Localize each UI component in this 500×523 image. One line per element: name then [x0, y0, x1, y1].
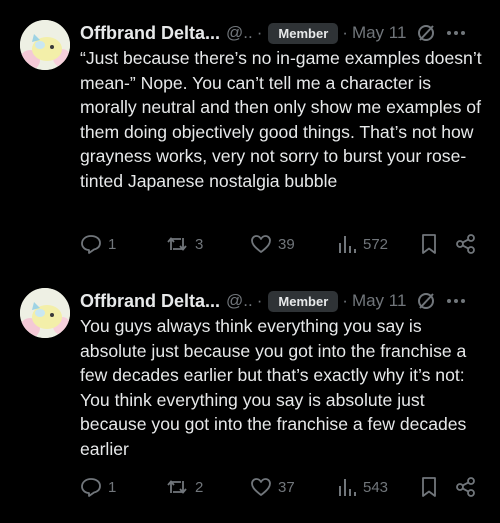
- author-handle[interactable]: @..: [226, 291, 253, 311]
- grok-icon[interactable]: [416, 291, 436, 311]
- post-date[interactable]: May 11: [352, 291, 407, 311]
- views-button[interactable]: 572: [337, 233, 388, 255]
- reply-button[interactable]: 1: [80, 233, 116, 255]
- post-date[interactable]: May 11: [352, 23, 407, 43]
- like-button[interactable]: 37: [250, 476, 295, 498]
- member-badge[interactable]: Member: [268, 22, 339, 44]
- like-icon: [251, 235, 271, 253]
- repost-count: 3: [195, 235, 204, 253]
- share-button[interactable]: [455, 233, 477, 255]
- like-button[interactable]: 39: [250, 233, 295, 255]
- avatar[interactable]: [20, 20, 70, 70]
- like-count: 37: [278, 478, 295, 496]
- author-handle[interactable]: @..: [226, 23, 253, 43]
- reply-button[interactable]: 1: [80, 476, 116, 498]
- author-name[interactable]: Offbrand Delta...: [80, 291, 220, 312]
- action-bar: 1 2 37 543: [80, 476, 500, 504]
- avatar-image: [20, 288, 70, 338]
- separator-dot: ·: [342, 23, 348, 42]
- bookmark-icon: [422, 477, 436, 497]
- share-icon: [456, 234, 475, 254]
- post-text: “Just because there’s no in-game example…: [80, 48, 482, 191]
- repost-icon: [167, 480, 187, 494]
- views-button[interactable]: 543: [337, 476, 388, 498]
- more-icon[interactable]: [446, 298, 466, 304]
- separator-dot: ·: [342, 291, 348, 310]
- views-count: 572: [363, 235, 389, 253]
- author-name[interactable]: Offbrand Delta...: [80, 23, 220, 44]
- reply-icon: [81, 478, 101, 497]
- reply-icon: [81, 235, 101, 254]
- like-icon: [251, 478, 271, 496]
- reply-count: 1: [108, 235, 117, 253]
- grok-icon[interactable]: [416, 23, 436, 43]
- views-count: 543: [363, 478, 389, 496]
- share-button[interactable]: [455, 476, 477, 498]
- post-header: Offbrand Delta... @.. · Member · May 11: [80, 18, 500, 48]
- repost-count: 2: [195, 478, 204, 496]
- post[interactable]: Offbrand Delta... @.. · Member · May 11 …: [0, 286, 500, 511]
- separator-dot: ·: [256, 291, 263, 310]
- bookmark-icon: [422, 234, 436, 254]
- more-icon[interactable]: [446, 30, 466, 36]
- post-header: Offbrand Delta... @.. · Member · May 11: [80, 286, 500, 316]
- post[interactable]: Offbrand Delta... @.. · Member · May 11 …: [0, 18, 500, 268]
- bookmark-button[interactable]: [420, 476, 438, 498]
- repost-button[interactable]: 2: [165, 476, 203, 498]
- action-bar: 1 3 39 572: [80, 233, 500, 261]
- repost-icon: [167, 237, 187, 251]
- post-text: You guys always think everything you say…: [80, 316, 467, 459]
- reply-count: 1: [108, 478, 117, 496]
- member-badge[interactable]: Member: [268, 290, 339, 312]
- like-count: 39: [278, 235, 295, 253]
- avatar[interactable]: [20, 288, 70, 338]
- separator-dot: ·: [256, 23, 263, 42]
- bookmark-button[interactable]: [420, 233, 438, 255]
- repost-button[interactable]: 3: [165, 233, 203, 255]
- avatar-image: [20, 20, 70, 70]
- views-icon: [339, 479, 356, 496]
- views-icon: [339, 236, 356, 253]
- share-icon: [456, 477, 475, 497]
